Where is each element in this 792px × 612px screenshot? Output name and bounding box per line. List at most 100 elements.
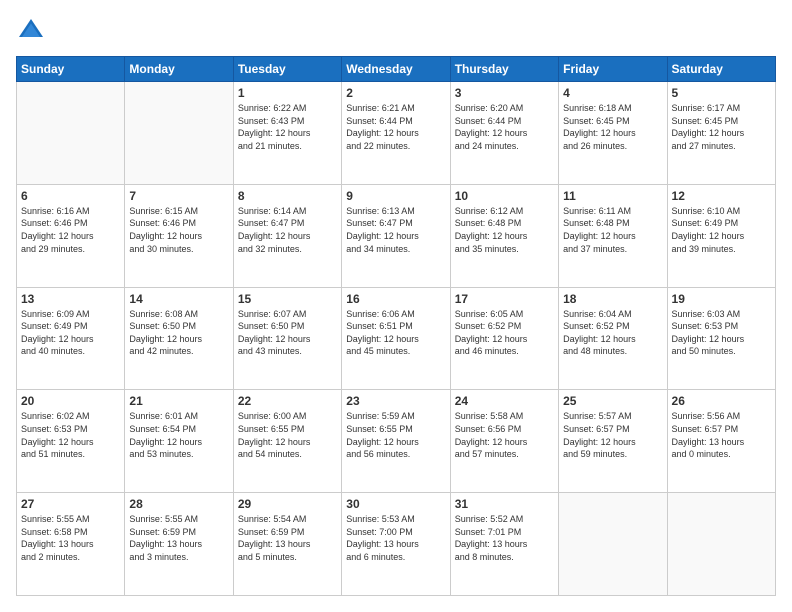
day-cell: 27Sunrise: 5:55 AM Sunset: 6:58 PM Dayli… <box>17 493 125 596</box>
day-cell: 10 Sunrise: 6:12 AM Sunset: 6:48 PM Dayli… <box>450 184 558 287</box>
day-cell <box>667 493 775 596</box>
day-number: 28 <box>129 497 228 511</box>
day-info: Sunrise: 5:59 AM Sunset: 6:55 PM Dayligh… <box>346 410 445 460</box>
day-number: 9 <box>346 189 445 203</box>
header <box>16 16 776 46</box>
day-cell: 22 Sunrise: 6:00 AM Sunset: 6:55 PM Dayli… <box>233 390 341 493</box>
day-info: Sunrise: 5:55 AM Sunset: 6:59 PM Dayligh… <box>129 513 228 563</box>
day-number: 17 <box>455 292 554 306</box>
day-info: Sunrise: 6:03 AM Sunset: 6:53 PM Dayligh… <box>672 308 771 358</box>
day-cell <box>125 82 233 185</box>
col-header-tuesday: Tuesday <box>233 57 341 82</box>
day-number: 16 <box>346 292 445 306</box>
day-info: Sunrise: 6:00 AM Sunset: 6:55 PM Dayligh… <box>238 410 337 460</box>
day-cell: 2 Sunrise: 6:21 AM Sunset: 6:44 PM Daylig… <box>342 82 450 185</box>
day-info: Sunrise: 6:14 AM Sunset: 6:47 PM Dayligh… <box>238 205 337 255</box>
day-info: Sunrise: 6:16 AM Sunset: 6:46 PM Dayligh… <box>21 205 120 255</box>
day-info: Sunrise: 6:18 AM Sunset: 6:45 PM Dayligh… <box>563 102 662 152</box>
day-info: Sunrise: 5:56 AM Sunset: 6:57 PM Dayligh… <box>672 410 771 460</box>
day-info: Sunrise: 5:52 AM Sunset: 7:01 PM Dayligh… <box>455 513 554 563</box>
day-number: 10 <box>455 189 554 203</box>
day-cell: 7 Sunrise: 6:15 AM Sunset: 6:46 PM Daylig… <box>125 184 233 287</box>
day-cell: 9 Sunrise: 6:13 AM Sunset: 6:47 PM Daylig… <box>342 184 450 287</box>
day-info: Sunrise: 6:05 AM Sunset: 6:52 PM Dayligh… <box>455 308 554 358</box>
col-header-monday: Monday <box>125 57 233 82</box>
day-cell <box>559 493 667 596</box>
day-cell: 19 Sunrise: 6:03 AM Sunset: 6:53 PM Dayli… <box>667 287 775 390</box>
day-number: 4 <box>563 86 662 100</box>
calendar-table: SundayMondayTuesdayWednesdayThursdayFrid… <box>16 56 776 596</box>
day-cell: 29 Sunrise: 5:54 AM Sunset: 6:59 PM Dayli… <box>233 493 341 596</box>
day-info: Sunrise: 6:17 AM Sunset: 6:45 PM Dayligh… <box>672 102 771 152</box>
day-cell: 15 Sunrise: 6:07 AM Sunset: 6:50 PM Dayli… <box>233 287 341 390</box>
logo-icon <box>16 16 46 46</box>
day-number: 29 <box>238 497 337 511</box>
week-row-1: 1Sunrise: 6:22 AM Sunset: 6:43 PM Daylig… <box>17 82 776 185</box>
day-info: Sunrise: 5:58 AM Sunset: 6:56 PM Dayligh… <box>455 410 554 460</box>
day-info: Sunrise: 6:07 AM Sunset: 6:50 PM Dayligh… <box>238 308 337 358</box>
day-cell: 6 Sunrise: 6:16 AM Sunset: 6:46 PM Daylig… <box>17 184 125 287</box>
day-number: 27 <box>21 497 120 511</box>
day-number: 6 <box>21 189 120 203</box>
day-info: Sunrise: 6:10 AM Sunset: 6:49 PM Dayligh… <box>672 205 771 255</box>
day-number: 12 <box>672 189 771 203</box>
day-cell: 20Sunrise: 6:02 AM Sunset: 6:53 PM Dayli… <box>17 390 125 493</box>
day-number: 3 <box>455 86 554 100</box>
day-info: Sunrise: 6:13 AM Sunset: 6:47 PM Dayligh… <box>346 205 445 255</box>
day-cell: 11Sunrise: 6:11 AM Sunset: 6:48 PM Dayli… <box>559 184 667 287</box>
day-number: 26 <box>672 394 771 408</box>
col-header-wednesday: Wednesday <box>342 57 450 82</box>
day-info: Sunrise: 5:53 AM Sunset: 7:00 PM Dayligh… <box>346 513 445 563</box>
day-info: Sunrise: 6:09 AM Sunset: 6:49 PM Dayligh… <box>21 308 120 358</box>
logo <box>16 16 50 46</box>
day-number: 23 <box>346 394 445 408</box>
day-number: 24 <box>455 394 554 408</box>
day-cell: 5 Sunrise: 6:17 AM Sunset: 6:45 PM Daylig… <box>667 82 775 185</box>
day-number: 31 <box>455 497 554 511</box>
day-number: 2 <box>346 86 445 100</box>
col-header-sunday: Sunday <box>17 57 125 82</box>
day-cell: 13 Sunrise: 6:09 AM Sunset: 6:49 PM Dayli… <box>17 287 125 390</box>
day-number: 5 <box>672 86 771 100</box>
day-info: Sunrise: 6:08 AM Sunset: 6:50 PM Dayligh… <box>129 308 228 358</box>
day-cell: 1Sunrise: 6:22 AM Sunset: 6:43 PM Daylig… <box>233 82 341 185</box>
day-info: Sunrise: 6:02 AM Sunset: 6:53 PM Dayligh… <box>21 410 120 460</box>
day-cell: 31 Sunrise: 5:52 AM Sunset: 7:01 PM Dayli… <box>450 493 558 596</box>
col-header-thursday: Thursday <box>450 57 558 82</box>
day-cell: 26 Sunrise: 5:56 AM Sunset: 6:57 PM Dayli… <box>667 390 775 493</box>
day-info: Sunrise: 6:15 AM Sunset: 6:46 PM Dayligh… <box>129 205 228 255</box>
day-info: Sunrise: 6:12 AM Sunset: 6:48 PM Dayligh… <box>455 205 554 255</box>
day-info: Sunrise: 5:54 AM Sunset: 6:59 PM Dayligh… <box>238 513 337 563</box>
day-number: 18 <box>563 292 662 306</box>
col-header-friday: Friday <box>559 57 667 82</box>
day-number: 21 <box>129 394 228 408</box>
day-cell: 3 Sunrise: 6:20 AM Sunset: 6:44 PM Daylig… <box>450 82 558 185</box>
week-row-5: 27Sunrise: 5:55 AM Sunset: 6:58 PM Dayli… <box>17 493 776 596</box>
week-row-3: 13 Sunrise: 6:09 AM Sunset: 6:49 PM Dayli… <box>17 287 776 390</box>
calendar-header-row: SundayMondayTuesdayWednesdayThursdayFrid… <box>17 57 776 82</box>
day-cell: 12 Sunrise: 6:10 AM Sunset: 6:49 PM Dayli… <box>667 184 775 287</box>
day-cell: 17 Sunrise: 6:05 AM Sunset: 6:52 PM Dayli… <box>450 287 558 390</box>
day-number: 22 <box>238 394 337 408</box>
day-info: Sunrise: 6:20 AM Sunset: 6:44 PM Dayligh… <box>455 102 554 152</box>
page: SundayMondayTuesdayWednesdayThursdayFrid… <box>0 0 792 612</box>
day-cell: 8 Sunrise: 6:14 AM Sunset: 6:47 PM Daylig… <box>233 184 341 287</box>
day-number: 8 <box>238 189 337 203</box>
col-header-saturday: Saturday <box>667 57 775 82</box>
day-cell <box>17 82 125 185</box>
day-number: 7 <box>129 189 228 203</box>
day-number: 13 <box>21 292 120 306</box>
day-info: Sunrise: 6:04 AM Sunset: 6:52 PM Dayligh… <box>563 308 662 358</box>
day-cell: 24 Sunrise: 5:58 AM Sunset: 6:56 PM Dayli… <box>450 390 558 493</box>
day-number: 1 <box>238 86 337 100</box>
day-cell: 18 Sunrise: 6:04 AM Sunset: 6:52 PM Dayli… <box>559 287 667 390</box>
day-cell: 4 Sunrise: 6:18 AM Sunset: 6:45 PM Daylig… <box>559 82 667 185</box>
day-cell: 30 Sunrise: 5:53 AM Sunset: 7:00 PM Dayli… <box>342 493 450 596</box>
day-cell: 16 Sunrise: 6:06 AM Sunset: 6:51 PM Dayli… <box>342 287 450 390</box>
week-row-4: 20Sunrise: 6:02 AM Sunset: 6:53 PM Dayli… <box>17 390 776 493</box>
day-info: Sunrise: 6:06 AM Sunset: 6:51 PM Dayligh… <box>346 308 445 358</box>
day-number: 30 <box>346 497 445 511</box>
day-info: Sunrise: 6:21 AM Sunset: 6:44 PM Dayligh… <box>346 102 445 152</box>
day-number: 19 <box>672 292 771 306</box>
day-number: 15 <box>238 292 337 306</box>
